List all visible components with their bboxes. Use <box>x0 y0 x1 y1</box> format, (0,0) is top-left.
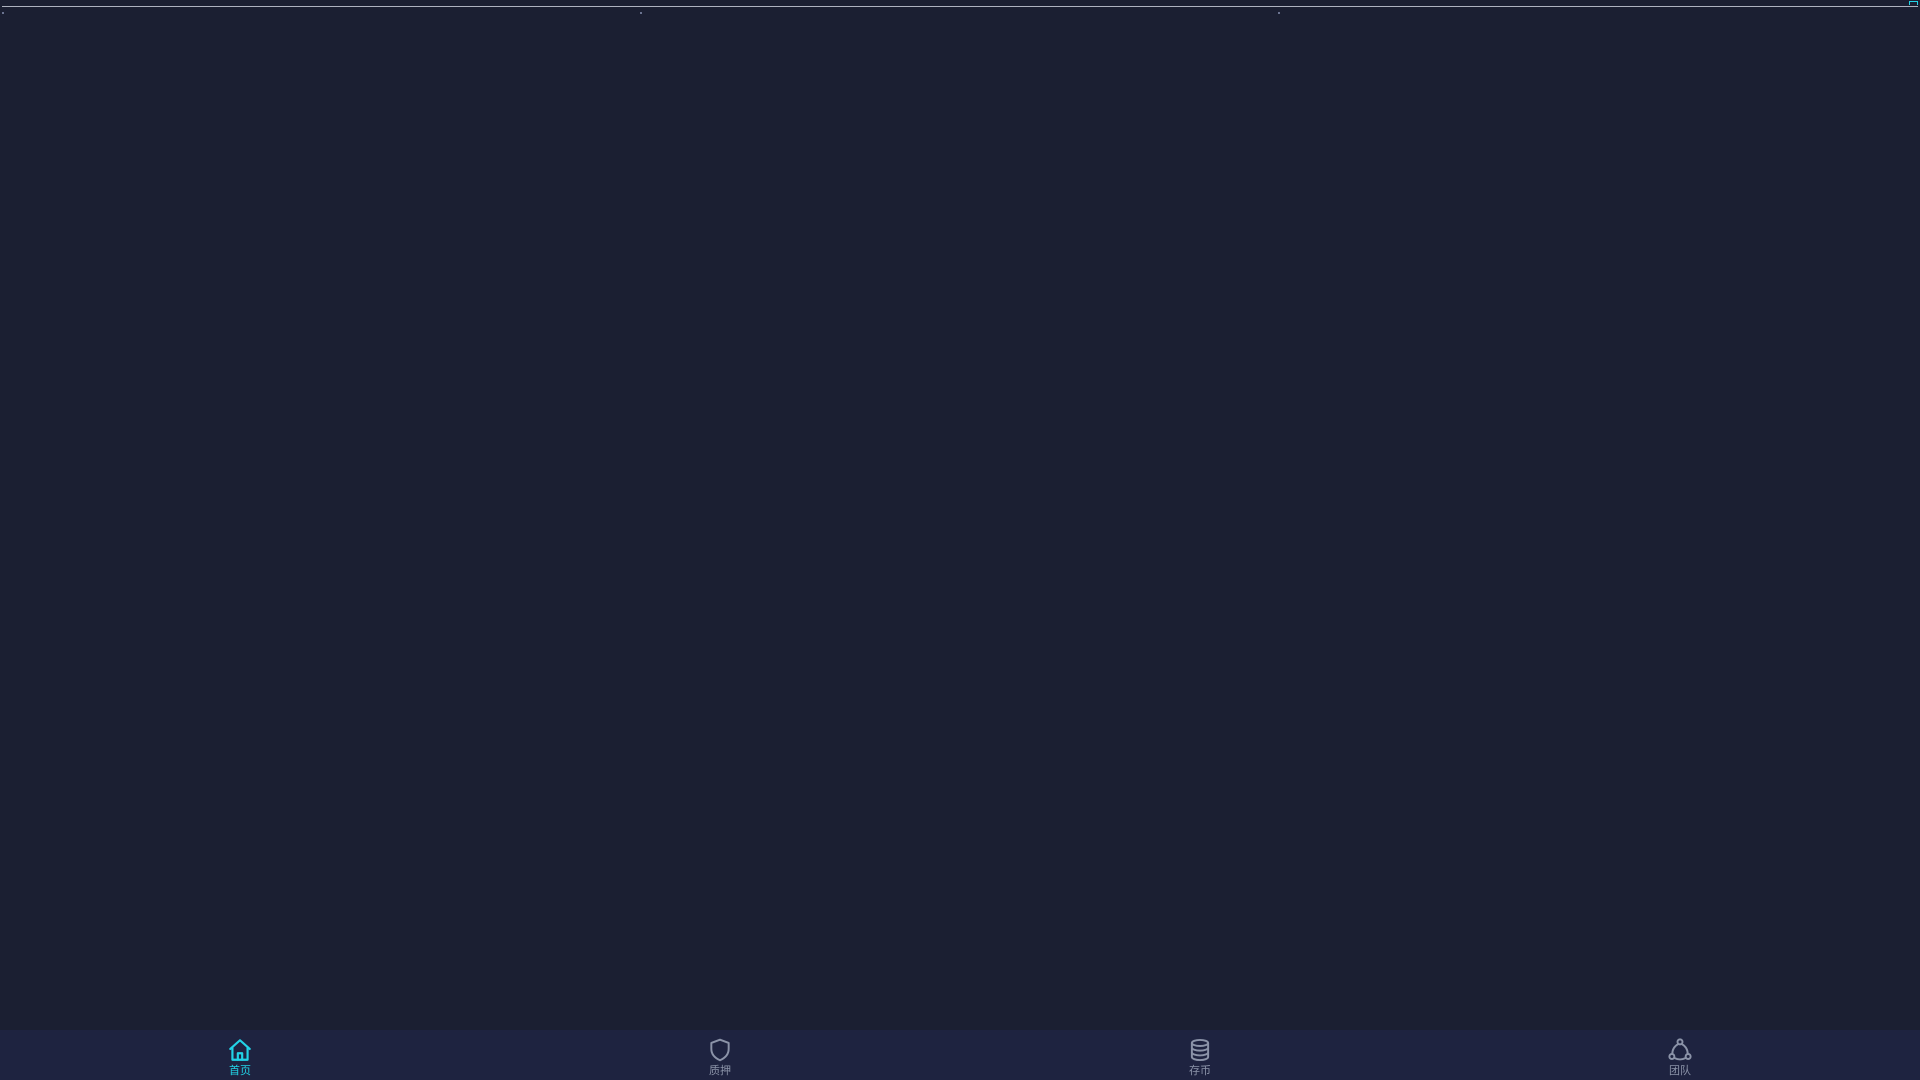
shield-icon <box>710 1038 730 1062</box>
tab-deposit[interactable]: 存币 <box>960 1030 1440 1080</box>
tab-home-label: 首页 <box>229 1064 251 1077</box>
coin-stack-icon <box>1190 1038 1210 1062</box>
top-tick-mark <box>1278 12 1280 14</box>
top-tick-mark <box>640 12 642 14</box>
bottom-tab-bar: 首页 质押 存币 团队 <box>0 1030 1920 1080</box>
top-loading-strip <box>0 0 1920 16</box>
top-tick-mark <box>2 12 4 14</box>
top-corner-indicator <box>1909 1 1918 5</box>
tab-staking[interactable]: 质押 <box>480 1030 960 1080</box>
tab-team[interactable]: 团队 <box>1440 1030 1920 1080</box>
team-icon <box>1668 1038 1692 1061</box>
app-window: 首页 质押 存币 团队 <box>0 0 1920 1080</box>
home-icon <box>229 1039 251 1061</box>
main-content-area <box>0 16 1920 1030</box>
tab-home[interactable]: 首页 <box>0 1030 480 1080</box>
tab-staking-label: 质押 <box>709 1064 731 1077</box>
top-divider-line <box>2 6 1918 7</box>
tab-deposit-label: 存币 <box>1189 1064 1211 1077</box>
tab-team-label: 团队 <box>1669 1064 1691 1077</box>
